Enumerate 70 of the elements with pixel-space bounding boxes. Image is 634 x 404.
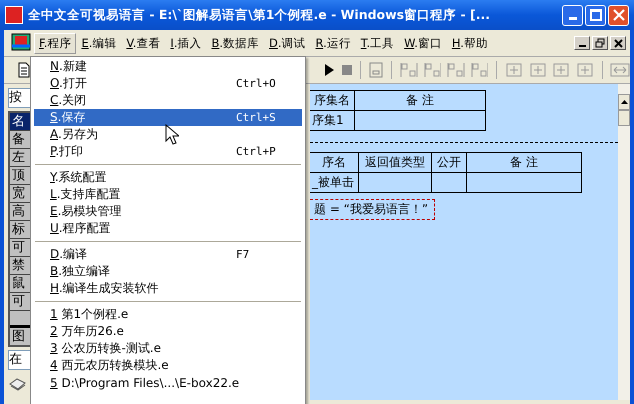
menu-item[interactable]: V.查看 <box>121 32 166 54</box>
menu-item[interactable]: I.插入 <box>165 32 206 54</box>
app-icon <box>5 6 23 24</box>
column-header: 备 注 <box>466 152 582 172</box>
document-icon[interactable] <box>10 33 32 53</box>
scroll-up-button[interactable] <box>618 94 630 110</box>
window-title: 全中文全可视易语言 - E:\`图解易语言\第1个例程.e - Windows窗口程序 - [... <box>28 6 491 24</box>
minimize-icon <box>578 44 586 46</box>
column-header: 备 注 <box>354 90 486 110</box>
column-header: 返回值类型 <box>358 152 432 172</box>
play-icon[interactable] <box>322 63 335 77</box>
align-icon[interactable] <box>400 62 418 78</box>
column-header: 序集名 <box>310 90 354 110</box>
menu-item[interactable]: D.调试 <box>264 32 311 54</box>
align-icon[interactable] <box>424 62 442 78</box>
table-cell: 序集1 <box>310 110 354 130</box>
page-icon[interactable] <box>16 62 32 78</box>
stop-icon[interactable] <box>340 64 352 76</box>
spacing-icon[interactable] <box>528 62 546 78</box>
menu-item[interactable]: H.编译生成安装软件 <box>34 280 302 297</box>
close-icon <box>614 38 622 48</box>
menu-item[interactable]: 4 西元农历转换模块.e <box>34 357 302 374</box>
menu-item[interactable]: N.新建 <box>34 58 302 75</box>
menu-item[interactable]: B.独立编译 <box>34 263 302 280</box>
menu-item[interactable]: Y.系统配置 <box>34 169 302 186</box>
up-arrow-icon <box>620 100 628 104</box>
spacing-icon[interactable] <box>552 62 570 78</box>
column-header: 公开 <box>432 152 466 172</box>
column-header: 序名 <box>310 152 358 172</box>
cursor-icon <box>165 124 179 146</box>
menu-item[interactable]: U.程序配置 <box>34 220 302 237</box>
menu-item[interactable]: L.支持库配置 <box>34 186 302 203</box>
close-button[interactable] <box>610 36 626 50</box>
spacing-icon[interactable] <box>505 62 523 78</box>
menu-item[interactable]: P.打印 Ctrl+P <box>34 143 302 160</box>
menu-item[interactable]: E.易模块管理 <box>34 203 302 220</box>
menu-item[interactable]: C.关闭 <box>34 92 302 109</box>
spacing-icon[interactable] <box>576 62 594 78</box>
panel-tab[interactable]: 图 <box>10 328 32 345</box>
menu-item[interactable]: E.编辑 <box>76 32 122 54</box>
property-row[interactable]: 名 <box>10 113 32 131</box>
menu-item[interactable]: F.程序 <box>34 32 76 54</box>
align-icon[interactable] <box>470 62 488 78</box>
code-line: 题 = “我爱易语言！” <box>310 199 436 220</box>
menu-item[interactable]: 2 万年历26.e <box>34 323 302 340</box>
menu-item[interactable]: W.窗口 <box>399 32 447 54</box>
menu-item[interactable]: R.运行 <box>310 32 356 54</box>
minimize-icon <box>568 16 576 20</box>
menu-item[interactable]: D.编译 F7 <box>34 246 302 263</box>
table-cell: _被单击 <box>310 172 358 192</box>
form-icon[interactable] <box>369 62 383 78</box>
maximize-icon <box>590 9 602 21</box>
menu-item[interactable]: O.打开 Ctrl+O <box>34 75 302 92</box>
menu-item[interactable]: S.保存 Ctrl+S <box>34 109 302 126</box>
width-icon[interactable] <box>610 62 630 78</box>
maximize-button[interactable] <box>585 4 606 26</box>
scrollbar[interactable] <box>618 84 630 400</box>
align-icon[interactable] <box>447 62 465 78</box>
menu-item[interactable]: 3 公农历转换-测试.e <box>34 340 302 357</box>
menu-item[interactable]: 1 第1个例程.e <box>34 306 302 323</box>
minimize-button[interactable] <box>574 36 590 50</box>
menu-item[interactable]: B.数据库 <box>206 32 264 54</box>
scroll-thumb[interactable] <box>618 110 630 126</box>
close-icon <box>612 9 624 21</box>
restore-icon <box>595 38 605 48</box>
restore-button[interactable] <box>592 36 608 50</box>
menu-item[interactable]: A.另存为 <box>34 126 302 143</box>
menu-item[interactable]: 5 D:\Program Files\...\E-box22.e <box>34 374 302 391</box>
menu-item[interactable]: H.帮助 <box>446 32 493 54</box>
menu-item[interactable]: T.工具 <box>356 32 400 54</box>
